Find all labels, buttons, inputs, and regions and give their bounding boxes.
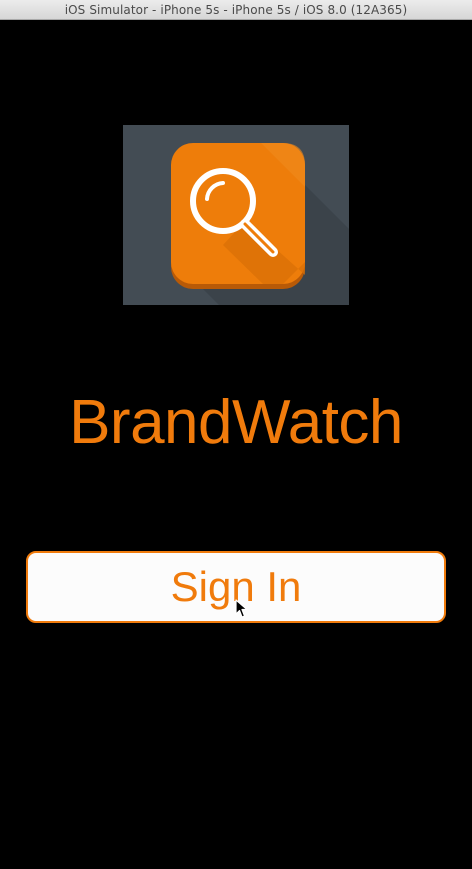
sign-in-button[interactable]: Sign In — [26, 551, 446, 623]
app-logo — [123, 125, 349, 305]
window-title: iOS Simulator - iPhone 5s - iPhone 5s / … — [64, 2, 408, 17]
simulator-window: iOS Simulator - iPhone 5s - iPhone 5s / … — [0, 0, 472, 869]
sign-in-label: Sign In — [170, 563, 302, 610]
app-title: BrandWatch — [69, 388, 403, 457]
magnifying-glass-icon — [171, 143, 349, 305]
device-screen: BrandWatch Sign In — [0, 20, 472, 869]
window-titlebar[interactable]: iOS Simulator - iPhone 5s - iPhone 5s / … — [0, 0, 472, 20]
